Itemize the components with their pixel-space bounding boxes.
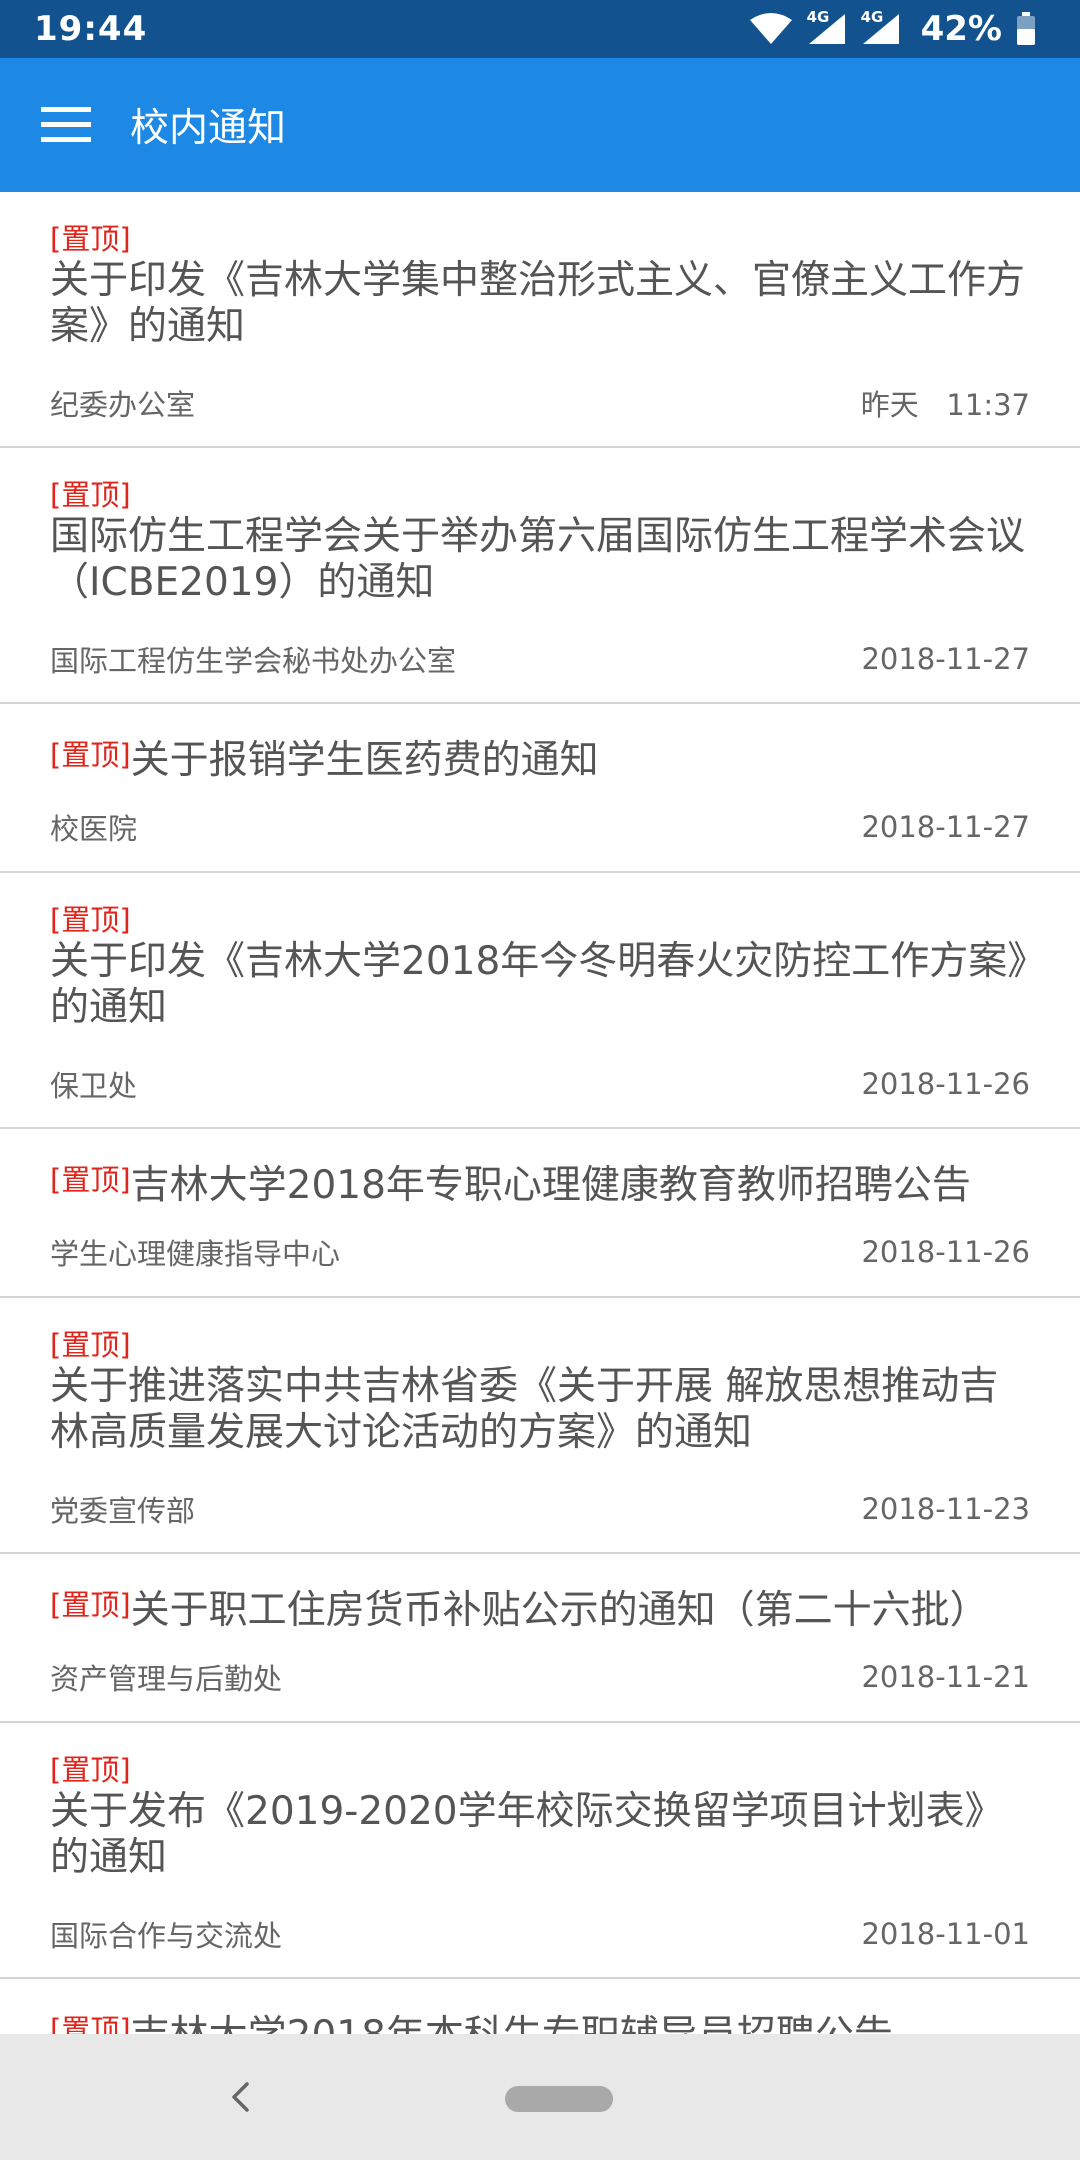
pinned-tag: [置顶] [50, 478, 131, 512]
pinned-tag: [置顶] [50, 1328, 131, 1362]
notice-meta: 资产管理与后勤处 2018-11-21 [50, 1656, 1030, 1698]
net-type-label-1: 4G [806, 8, 830, 26]
notice-title-row: [置顶] 国际仿生工程学会关于举办第六届国际仿生工程学术会议（ICBE2019）… [50, 476, 1030, 606]
notice-item[interactable]: [置顶] 关于印发《吉林大学2018年今冬明春火灾防控工作方案》的通知 保卫处 … [0, 873, 1080, 1129]
notice-date: 2018-11-26 [861, 1067, 1030, 1101]
notice-title-row: [置顶]关于职工住房货币补贴公示的通知（第二十六批） [50, 1582, 1030, 1634]
notice-title-row: [置顶] 关于推进落实中共吉林省委《关于开展 解放思想推动吉林高质量发展大讨论活… [50, 1326, 1030, 1456]
notice-item[interactable]: [置顶] 国际仿生工程学会关于举办第六届国际仿生工程学术会议（ICBE2019）… [0, 448, 1080, 704]
back-button[interactable] [215, 2072, 265, 2122]
page-title: 校内通知 [130, 106, 287, 151]
battery-percent: 42% [920, 9, 1002, 49]
notice-title: 关于职工住房货币补贴公示的通知（第二十六批） [130, 1588, 989, 1633]
notice-meta: 国际工程仿生学会秘书处办公室 2018-11-27 [50, 638, 1030, 680]
notice-meta: 国际合作与交流处 2018-11-01 [50, 1913, 1030, 1955]
pinned-tag: [置顶] [50, 903, 131, 937]
notice-date: 2018-11-27 [861, 810, 1030, 844]
notice-item[interactable]: [置顶]关于报销学生医药费的通知 校医院 2018-11-27 [0, 704, 1080, 873]
notice-title-row: [置顶] 关于印发《吉林大学集中整治形式主义、官僚主义工作方案》的通知 [50, 220, 1030, 350]
notice-department: 保卫处 [50, 1069, 138, 1103]
app-bar: 校内通知 [0, 58, 1080, 192]
wifi-icon [749, 13, 792, 44]
menu-button[interactable] [0, 58, 122, 192]
notice-title-row: [置顶]吉林大学2018年本科生专职辅导员招聘公告 [50, 2007, 1030, 2034]
notice-title-row: [置顶]关于报销学生医药费的通知 [50, 732, 1030, 784]
notice-title: 关于推进落实中共吉林省委《关于开展 解放思想推动吉林高质量发展大讨论活动的方案》… [50, 1364, 999, 1455]
notice-item[interactable]: [置顶]关于职工住房货币补贴公示的通知（第二十六批） 资产管理与后勤处 2018… [0, 1554, 1080, 1723]
hamburger-menu-icon [41, 107, 91, 142]
notice-item[interactable]: [置顶] 关于印发《吉林大学集中整治形式主义、官僚主义工作方案》的通知 纪委办公… [0, 192, 1080, 448]
cell-signal-2: 4G [861, 8, 901, 46]
notice-date: 2018-11-01 [861, 1917, 1030, 1951]
pinned-tag: [置顶] [50, 1753, 131, 1787]
notice-department: 国际工程仿生学会秘书处办公室 [50, 644, 457, 678]
status-bar: 19:44 4G 4G 42% [0, 0, 1080, 58]
pinned-tag: [置顶] [50, 738, 131, 772]
notice-item[interactable]: [置顶] 关于推进落实中共吉林省委《关于开展 解放思想推动吉林高质量发展大讨论活… [0, 1298, 1080, 1554]
pinned-tag: [置顶] [50, 1163, 131, 1197]
notice-meta: 学生心理健康指导中心 2018-11-26 [50, 1231, 1030, 1273]
notice-date: 2018-11-21 [861, 1660, 1030, 1694]
notice-meta: 保卫处 2018-11-26 [50, 1063, 1030, 1105]
notice-title: 关于发布《2019-2020学年校际交换留学项目计划表》的通知 [50, 1789, 1004, 1880]
notice-department: 学生心理健康指导中心 [50, 1237, 341, 1271]
cell-signal-1: 4G [807, 8, 847, 46]
notice-title: 国际仿生工程学会关于举办第六届国际仿生工程学术会议（ICBE2019）的通知 [50, 514, 1026, 605]
pinned-tag: [置顶] [50, 1588, 131, 1622]
notice-list[interactable]: [置顶] 关于印发《吉林大学集中整治形式主义、官僚主义工作方案》的通知 纪委办公… [0, 192, 1080, 2034]
notice-title: 关于印发《吉林大学2018年今冬明春火灾防控工作方案》的通知 [50, 939, 1027, 1030]
notice-date: 2018-11-23 [861, 1492, 1030, 1526]
notice-meta: 校医院 2018-11-27 [50, 806, 1030, 848]
notice-department: 资产管理与后勤处 [50, 1662, 283, 1696]
notice-title-row: [置顶]吉林大学2018年专职心理健康教育教师招聘公告 [50, 1157, 1030, 1209]
notice-meta: 党委宣传部 2018-11-23 [50, 1488, 1030, 1530]
notice-department: 纪委办公室 [50, 388, 196, 422]
notice-meta: 纪委办公室 昨天 11:37 [50, 382, 1030, 424]
notice-title-row: [置顶] 关于印发《吉林大学2018年今冬明春火灾防控工作方案》的通知 [50, 901, 1030, 1031]
notice-department: 校医院 [50, 812, 138, 846]
status-icons: 4G 4G 42% [749, 8, 1036, 49]
pinned-tag: [置顶] [50, 2013, 131, 2034]
notice-title: 关于印发《吉林大学集中整治形式主义、官僚主义工作方案》的通知 [50, 258, 1026, 349]
notice-item[interactable]: [置顶]吉林大学2018年专职心理健康教育教师招聘公告 学生心理健康指导中心 2… [0, 1129, 1080, 1298]
notice-department: 国际合作与交流处 [50, 1919, 283, 1953]
notice-date: 昨天 11:37 [860, 388, 1030, 422]
back-chevron-icon [232, 2082, 249, 2112]
battery-icon [1017, 12, 1035, 45]
status-time: 19:44 [34, 9, 148, 49]
notice-title: 吉林大学2018年专职心理健康教育教师招聘公告 [130, 1163, 971, 1208]
notice-date: 2018-11-26 [861, 1235, 1030, 1269]
notice-department: 党委宣传部 [50, 1494, 196, 1528]
notice-title-row: [置顶] 关于发布《2019-2020学年校际交换留学项目计划表》的通知 [50, 1751, 1030, 1881]
notice-title: 关于报销学生医药费的通知 [130, 738, 599, 783]
net-type-label-2: 4G [860, 8, 884, 26]
home-pill-button[interactable] [505, 2086, 613, 2112]
notice-item[interactable]: [置顶]吉林大学2018年本科生专职辅导员招聘公告 [0, 1979, 1080, 2034]
notice-item[interactable]: [置顶] 关于发布《2019-2020学年校际交换留学项目计划表》的通知 国际合… [0, 1723, 1080, 1979]
pinned-tag: [置顶] [50, 222, 131, 256]
system-nav-bar [0, 2034, 1080, 2160]
notice-date: 2018-11-27 [861, 642, 1030, 676]
notice-title: 吉林大学2018年本科生专职辅导员招聘公告 [131, 2013, 893, 2034]
